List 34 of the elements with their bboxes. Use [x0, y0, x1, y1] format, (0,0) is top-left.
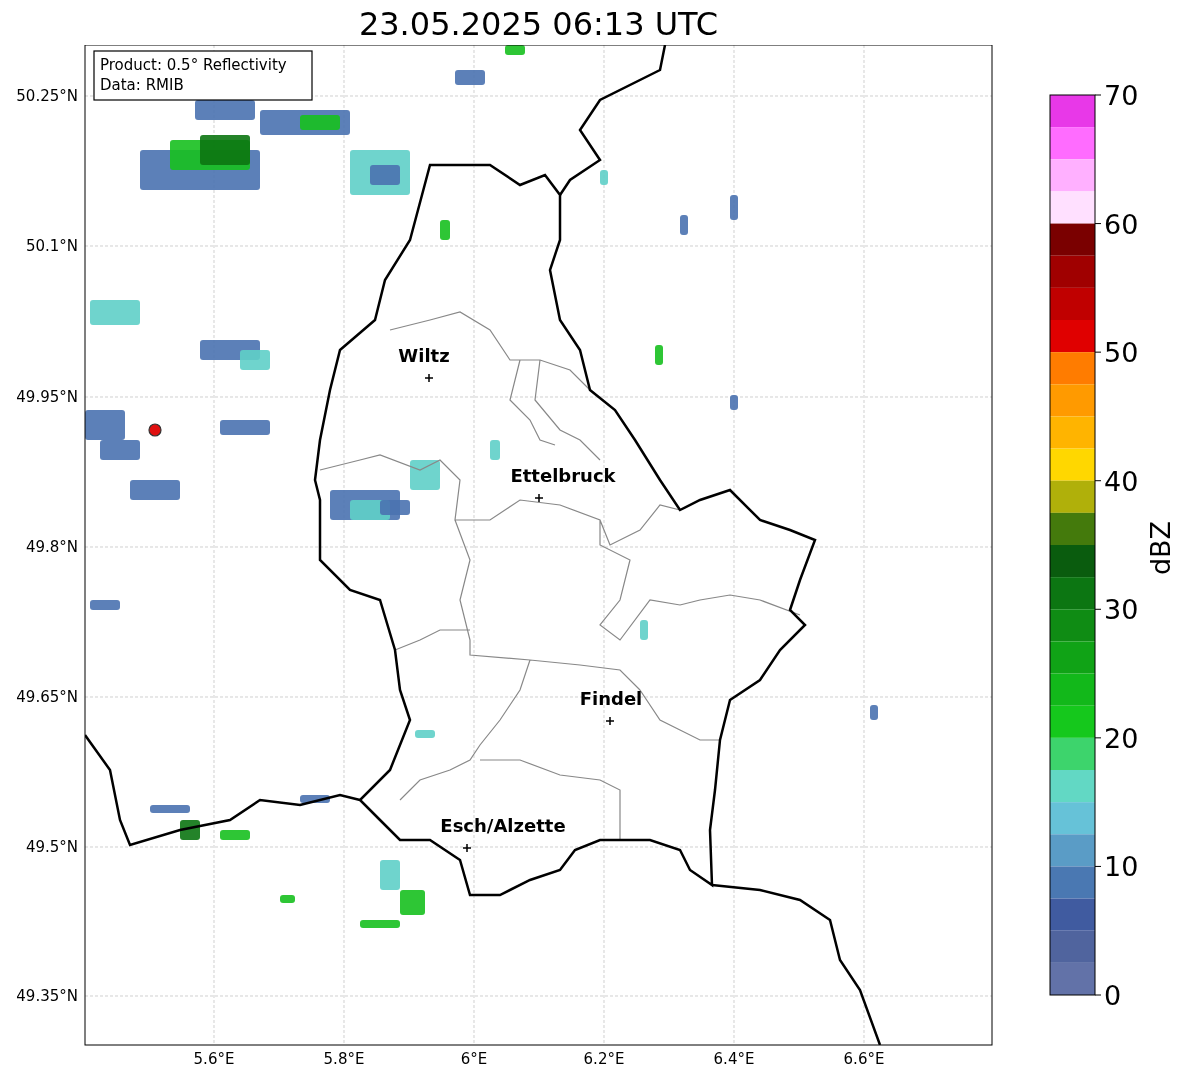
- colorbar-tick-label: 0: [1104, 980, 1122, 1011]
- radar-site-marker: [148, 423, 162, 437]
- colorbar-tick-label: 10: [1104, 851, 1139, 883]
- colorbar-label: dBZ: [1145, 520, 1176, 576]
- colorbar-tick-label: 60: [1104, 208, 1139, 240]
- colorbar-tick-label: 50: [1104, 337, 1139, 369]
- city-marker-icon: [534, 493, 544, 503]
- city-label: Findel: [579, 688, 643, 709]
- city-marker-icon: [424, 373, 434, 383]
- city-label: Wiltz: [398, 345, 450, 366]
- chart-title: 23.05.2025 06:13 UTC: [357, 4, 720, 45]
- longitude-label: 5.8°E: [323, 1050, 365, 1068]
- colorbar-tick-label: 20: [1104, 722, 1139, 754]
- city-marker-icon: [462, 843, 472, 853]
- latitude-label: 50.1°N: [25, 237, 78, 255]
- longitude-label: 5.6°E: [193, 1050, 235, 1068]
- latitude-label: 49.5°N: [25, 838, 78, 856]
- longitude-label: 6°E: [460, 1050, 488, 1068]
- latitude-label: 50.25°N: [16, 87, 78, 105]
- latitude-label: 49.65°N: [16, 688, 78, 706]
- latitude-label: 49.35°N: [16, 987, 78, 1005]
- colorbar-tick-label: 70: [1104, 80, 1139, 111]
- colorbar-tick-label: 30: [1104, 594, 1139, 626]
- longitude-label: 6.4°E: [713, 1050, 755, 1068]
- latitude-label: 49.8°N: [25, 538, 78, 556]
- city-label: Esch/Alzette: [440, 815, 566, 836]
- city-marker-icon: [605, 716, 615, 726]
- legend-text: Data: RMIB: [100, 76, 184, 94]
- legend-text: Product: 0.5° Reflectivity: [100, 56, 287, 74]
- longitude-label: 6.6°E: [843, 1050, 885, 1068]
- colorbar-tick-label: 40: [1104, 465, 1139, 497]
- longitude-label: 6.2°E: [583, 1050, 625, 1068]
- latitude-label: 49.95°N: [16, 388, 78, 406]
- city-label: Ettelbruck: [510, 465, 616, 486]
